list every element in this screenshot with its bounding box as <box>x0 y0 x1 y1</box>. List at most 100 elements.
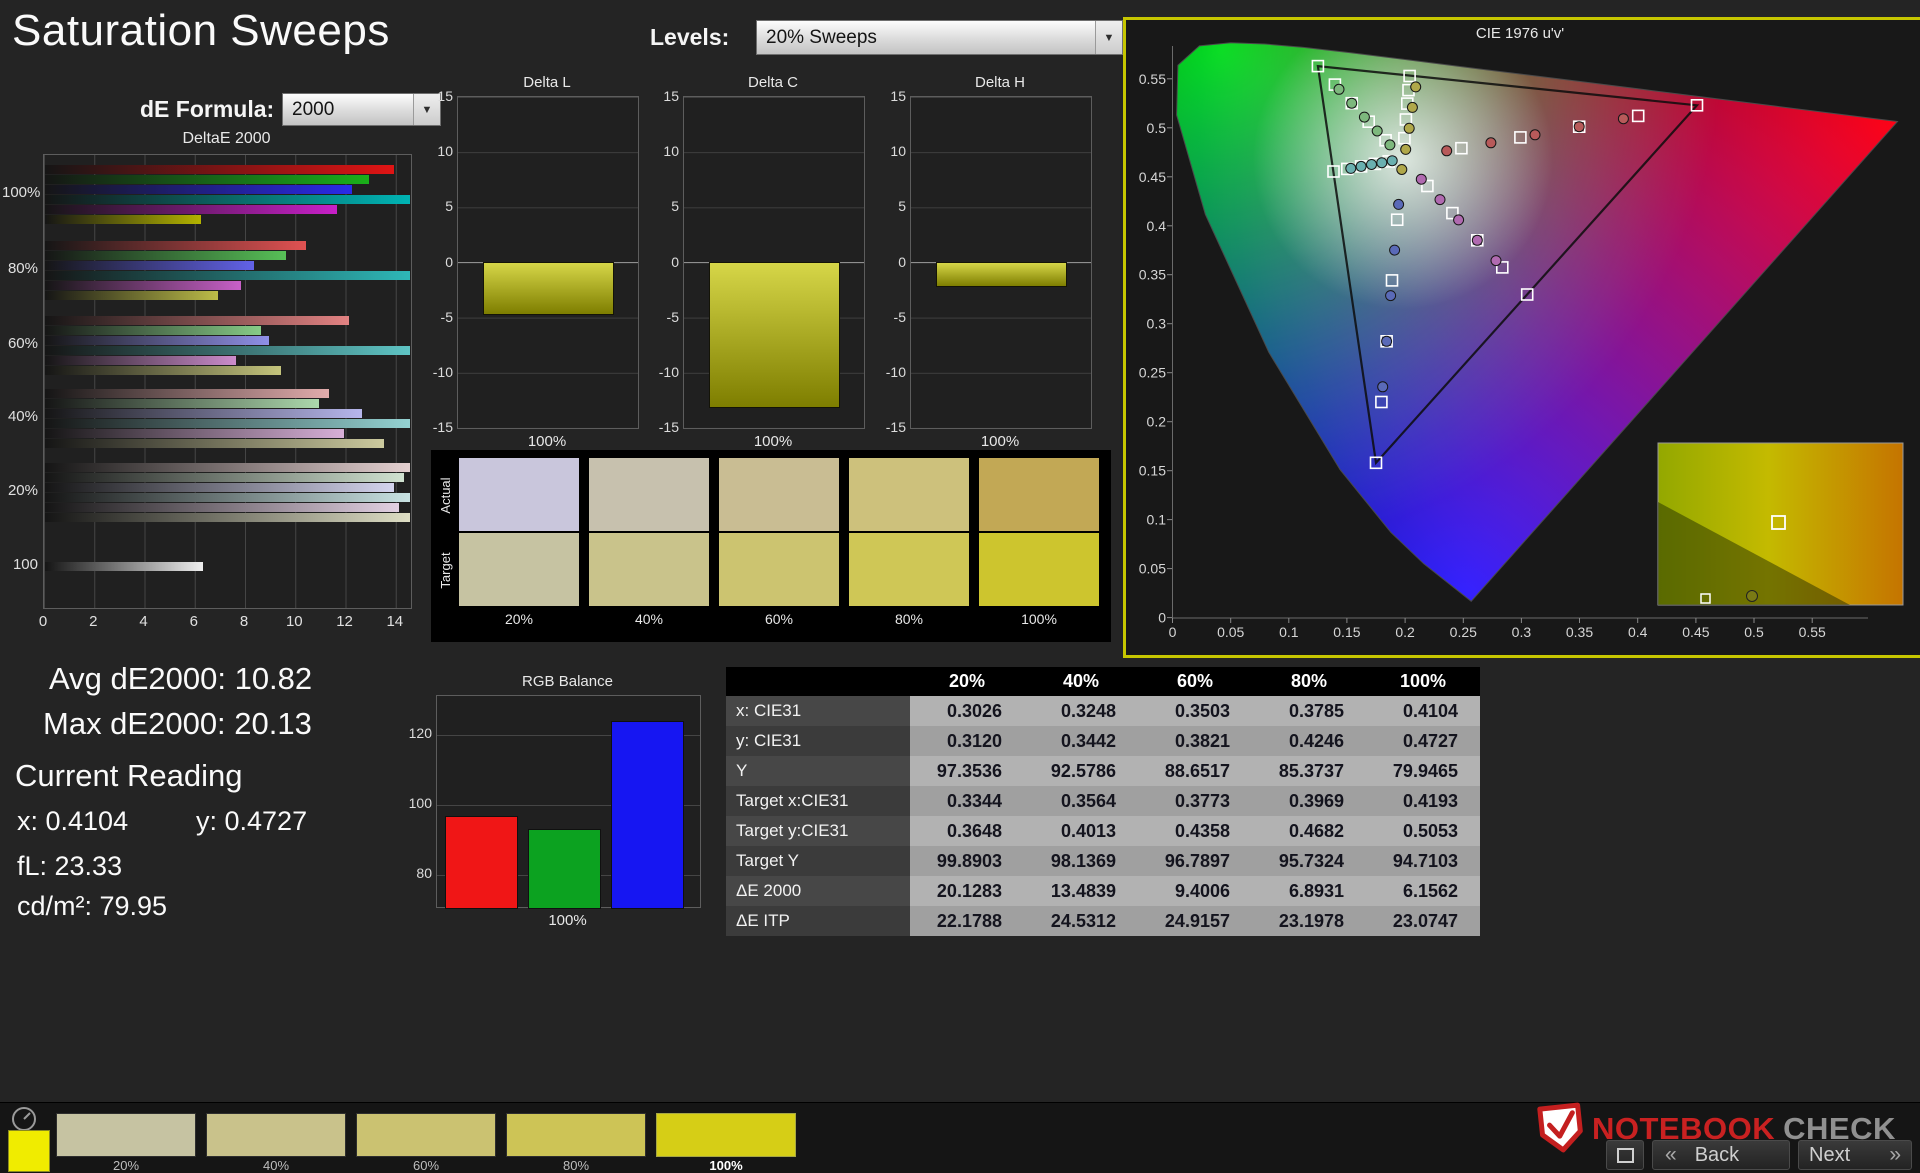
swatch-column: 20% <box>459 458 579 627</box>
table-cell: 97.3536 <box>910 756 1024 786</box>
table-row: ΔE ITP 22.1788 24.5312 24.9157 23.1978 23.074… <box>726 906 1480 936</box>
deltae-bar <box>45 462 410 472</box>
table-row: Target Y 99.8903 98.1369 96.7897 95.7324 94.7… <box>726 846 1480 876</box>
saturation-tab-100%[interactable]: 100% <box>656 1113 796 1173</box>
cie-y-tick-label: 0.5 <box>1147 120 1167 136</box>
deltae-bar <box>45 418 410 428</box>
cie-y-tick-label: 0.45 <box>1139 169 1166 185</box>
delta-y-label: 10 <box>437 143 453 160</box>
table-cell: 6.8931 <box>1252 876 1366 906</box>
cie-measured-green <box>1371 125 1383 137</box>
swatch-column-label: 100% <box>1021 611 1057 627</box>
saturation-tab-80%[interactable]: 80% <box>506 1113 646 1173</box>
cie-x-tick-label: 0.25 <box>1450 624 1477 640</box>
cie-y-tick-label: 0.3 <box>1147 316 1167 332</box>
deltae-bar <box>45 174 370 184</box>
cie-measured-red <box>1485 137 1497 149</box>
swatch-column-label: 20% <box>504 611 534 627</box>
delta-y-label: 5 <box>445 198 453 215</box>
deltae-bar-group <box>45 388 410 448</box>
deltae-y-label: 80% <box>7 260 38 277</box>
table-cell: 0.4358 <box>1138 816 1252 846</box>
table-column-header: 100% <box>1366 667 1480 696</box>
deltae-bar <box>45 335 269 345</box>
actual-swatch <box>849 458 969 531</box>
delta-y-label: 0 <box>671 253 679 270</box>
deltae-bar <box>45 512 410 522</box>
de-formula-value: 2000 <box>292 98 335 120</box>
saturation-tab-40%[interactable]: 40% <box>206 1113 346 1173</box>
table-cell: 23.0747 <box>1366 906 1480 936</box>
cie-y-tick-label: 0.25 <box>1139 365 1166 381</box>
table-cell: 0.3248 <box>1024 696 1138 726</box>
cie-y-tick-label: 0.4 <box>1147 218 1167 234</box>
cie-measured-yellow <box>1406 101 1418 113</box>
saturation-tab-60%[interactable]: 60% <box>356 1113 496 1173</box>
deltae-bar <box>45 438 385 448</box>
cie-measured-red <box>1573 121 1585 133</box>
cie-y-tick-label: 0 <box>1158 610 1166 626</box>
current-fl-reading: fL: 23.33 <box>17 851 123 881</box>
table-cell: 96.7897 <box>1138 846 1252 876</box>
table-row-label: x: CIE31 <box>726 696 910 726</box>
swatch-comparison-strip: Actual Target 20% 40% 60% 80% 100% <box>431 450 1111 642</box>
de-formula-label: dE Formula: <box>140 96 275 122</box>
delta-l-plot <box>457 96 639 429</box>
deltae-x-label: 14 <box>386 613 404 630</box>
cie-measured-yellow <box>1396 164 1408 175</box>
table-row: Y 97.3536 92.5786 88.6517 85.3737 79.9465 <box>726 756 1480 786</box>
deltae-bar <box>45 345 410 355</box>
rgb-y-label: 100 <box>408 795 432 811</box>
table-cell: 0.4104 <box>1366 696 1480 726</box>
table-cell: 0.4682 <box>1252 816 1366 846</box>
rgb-bar-red <box>445 815 518 909</box>
current-reading-title: Current Reading <box>15 758 243 793</box>
deltae-bar <box>45 492 410 502</box>
deltae-bar <box>45 270 410 280</box>
tab-swatch <box>56 1113 196 1157</box>
inset-measured-dot <box>1746 590 1758 602</box>
table-row: x: CIE31 0.3026 0.3248 0.3503 0.3785 0.4104 <box>726 696 1480 726</box>
rgb-bar-green <box>528 829 601 909</box>
table-cell: 22.1788 <box>910 906 1024 936</box>
deltae-bar <box>45 365 282 375</box>
table-cell: 92.5786 <box>1024 756 1138 786</box>
table-cell: 0.3969 <box>1252 786 1366 816</box>
cie-x-tick-label: 0.4 <box>1628 624 1648 640</box>
cie-diagram: 00 0.05 0.05 0.1 0.1 0.15 0.15 0.2 0.2 0.25 0.25 0.… <box>1139 42 1904 640</box>
cie-y-tick-label: 0.05 <box>1139 561 1166 577</box>
table-cell: 9.4006 <box>1138 876 1252 906</box>
delta-y-label: -5 <box>666 308 679 325</box>
levels-dropdown[interactable]: 20% Sweeps ▼ <box>756 20 1123 55</box>
table-cell: 0.3564 <box>1024 786 1138 816</box>
delta-y-label: 10 <box>890 143 906 160</box>
saturation-tab-20%[interactable]: 20% <box>56 1113 196 1173</box>
cie-measured-magenta <box>1490 255 1502 267</box>
actual-row-label: Actual <box>438 477 453 514</box>
deltae-chart-title: DeltaE 2000 <box>182 130 271 147</box>
logo-text-secondary: CHECK <box>1783 1111 1896 1146</box>
cie-x-tick-label: 0.2 <box>1395 624 1415 640</box>
deltae-bar <box>45 250 287 260</box>
target-swatch <box>459 533 579 606</box>
table-cell: 20.1283 <box>910 876 1024 906</box>
table-cell: 0.4013 <box>1024 816 1138 846</box>
swatch-column-label: 60% <box>764 611 794 627</box>
target-swatch <box>719 533 839 606</box>
cie-measured-magenta <box>1434 194 1446 206</box>
delta-c-title: Delta C <box>747 74 799 91</box>
deltae-y-label: 60% <box>7 335 38 352</box>
cie-measured-cyan <box>1366 159 1377 170</box>
deltae-bar <box>45 325 262 335</box>
levels-label: Levels: <box>650 24 730 50</box>
deltae-bar <box>45 561 204 571</box>
table-cell: 23.1978 <box>1252 906 1366 936</box>
tab-swatch <box>506 1113 646 1157</box>
cie-y-tick-label: 0.55 <box>1139 71 1166 87</box>
table-cell: 0.3026 <box>910 696 1024 726</box>
table-cell: 0.3120 <box>910 726 1024 756</box>
tab-label: 20% <box>112 1158 140 1173</box>
deltae-bar <box>45 204 337 214</box>
cie-measured-green <box>1346 97 1358 109</box>
deltae-bar <box>45 502 400 512</box>
